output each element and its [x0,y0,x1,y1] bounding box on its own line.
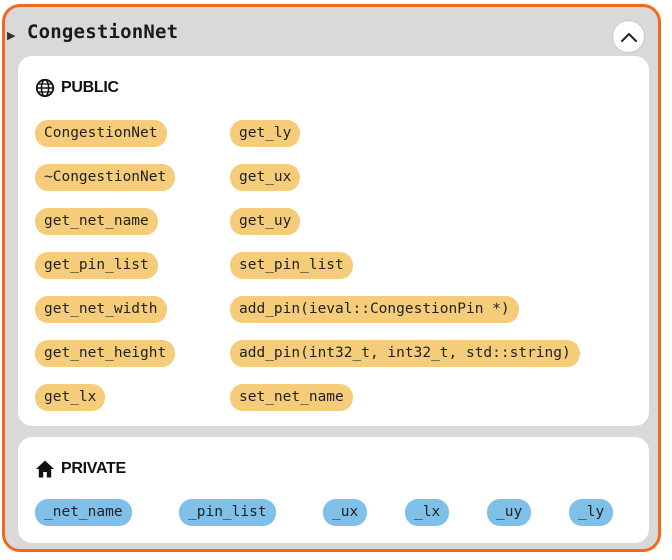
method-pill[interactable]: get_uy [230,208,301,235]
private-section-label: PRIVATE [61,460,126,477]
public-section-label: PUBLIC [61,79,119,96]
method-pill[interactable]: set_net_name [230,384,353,411]
method-pill[interactable]: get_lx [35,384,106,411]
method-pill[interactable]: get_net_width [35,296,167,323]
method-pill[interactable]: add_pin(ieval::CongestionPin *) [230,296,519,323]
public-section: PUBLIC CongestionNet ~CongestionNet get_… [18,56,649,426]
method-pill[interactable]: ~CongestionNet [35,164,176,191]
method-pill[interactable]: set_pin_list [230,252,353,279]
chevron-up-icon [620,32,637,42]
private-section-header: PRIVATE [35,459,126,479]
private-section: PRIVATE _net_name _pin_list _ux _lx _uy … [18,437,649,543]
method-pill[interactable]: get_net_height [35,340,176,367]
collapse-button[interactable] [612,20,645,53]
member-pill[interactable]: _lx [405,499,450,526]
member-pill[interactable]: _uy [487,499,532,526]
member-pill[interactable]: _ly [569,499,614,526]
home-icon [36,460,54,478]
method-pill[interactable]: get_net_name [35,208,158,235]
member-pill[interactable]: _ux [323,499,368,526]
method-pill[interactable]: CongestionNet [35,120,167,147]
member-pill[interactable]: _net_name [35,499,132,526]
method-pill[interactable]: get_ly [230,120,301,147]
globe-icon [35,78,55,98]
class-node-card: ▶ CongestionNet PUBLIC CongestionNet ~Co… [2,4,661,552]
member-pill[interactable]: _pin_list [179,499,276,526]
method-pill[interactable]: get_pin_list [35,252,158,279]
public-section-header: PUBLIC [35,78,119,98]
expand-caret-icon[interactable]: ▶ [7,29,15,42]
method-pill[interactable]: add_pin(int32_t, int32_t, std::string) [230,340,580,367]
class-title: CongestionNet [27,21,179,43]
method-pill[interactable]: get_ux [230,164,301,191]
